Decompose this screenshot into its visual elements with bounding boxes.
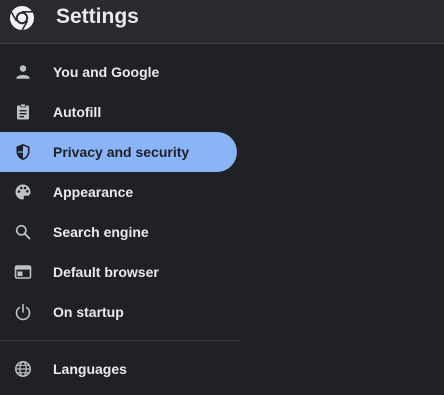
- sidebar-item-label: Search engine: [53, 224, 149, 240]
- sidebar-item-default-browser[interactable]: Default browser: [0, 252, 237, 292]
- sidebar-item-label: Languages: [53, 361, 127, 377]
- globe-icon: [13, 359, 33, 379]
- sidebar-item-label: Autofill: [53, 104, 102, 120]
- palette-icon: [13, 182, 33, 202]
- sidebar-divider: [0, 340, 240, 341]
- shield-icon: [13, 142, 33, 162]
- sidebar-item-you-and-google[interactable]: You and Google: [0, 52, 237, 92]
- chrome-logo-icon: [9, 5, 35, 31]
- sidebar-item-label: You and Google: [53, 64, 160, 80]
- search-icon: [13, 222, 33, 242]
- sidebar-item-autofill[interactable]: Autofill: [0, 92, 237, 132]
- page-title: Settings: [56, 5, 139, 28]
- sidebar-item-appearance[interactable]: Appearance: [0, 172, 237, 212]
- sidebar-item-privacy-and-security[interactable]: Privacy and security: [0, 132, 237, 172]
- sidebar-item-label: Default browser: [53, 264, 159, 280]
- sidebar-item-label: On startup: [53, 304, 124, 320]
- person-icon: [13, 62, 33, 82]
- browser-window-icon: [13, 262, 33, 282]
- clipboard-icon: [13, 102, 33, 122]
- sidebar-item-on-startup[interactable]: On startup: [0, 292, 237, 332]
- sidebar-item-languages[interactable]: Languages: [0, 349, 237, 389]
- sidebar-item-search-engine[interactable]: Search engine: [0, 212, 237, 252]
- settings-header: Settings: [0, 0, 444, 44]
- sidebar-item-label: Privacy and security: [53, 144, 190, 160]
- power-icon: [13, 302, 33, 322]
- sidebar-item-label: Appearance: [53, 184, 134, 200]
